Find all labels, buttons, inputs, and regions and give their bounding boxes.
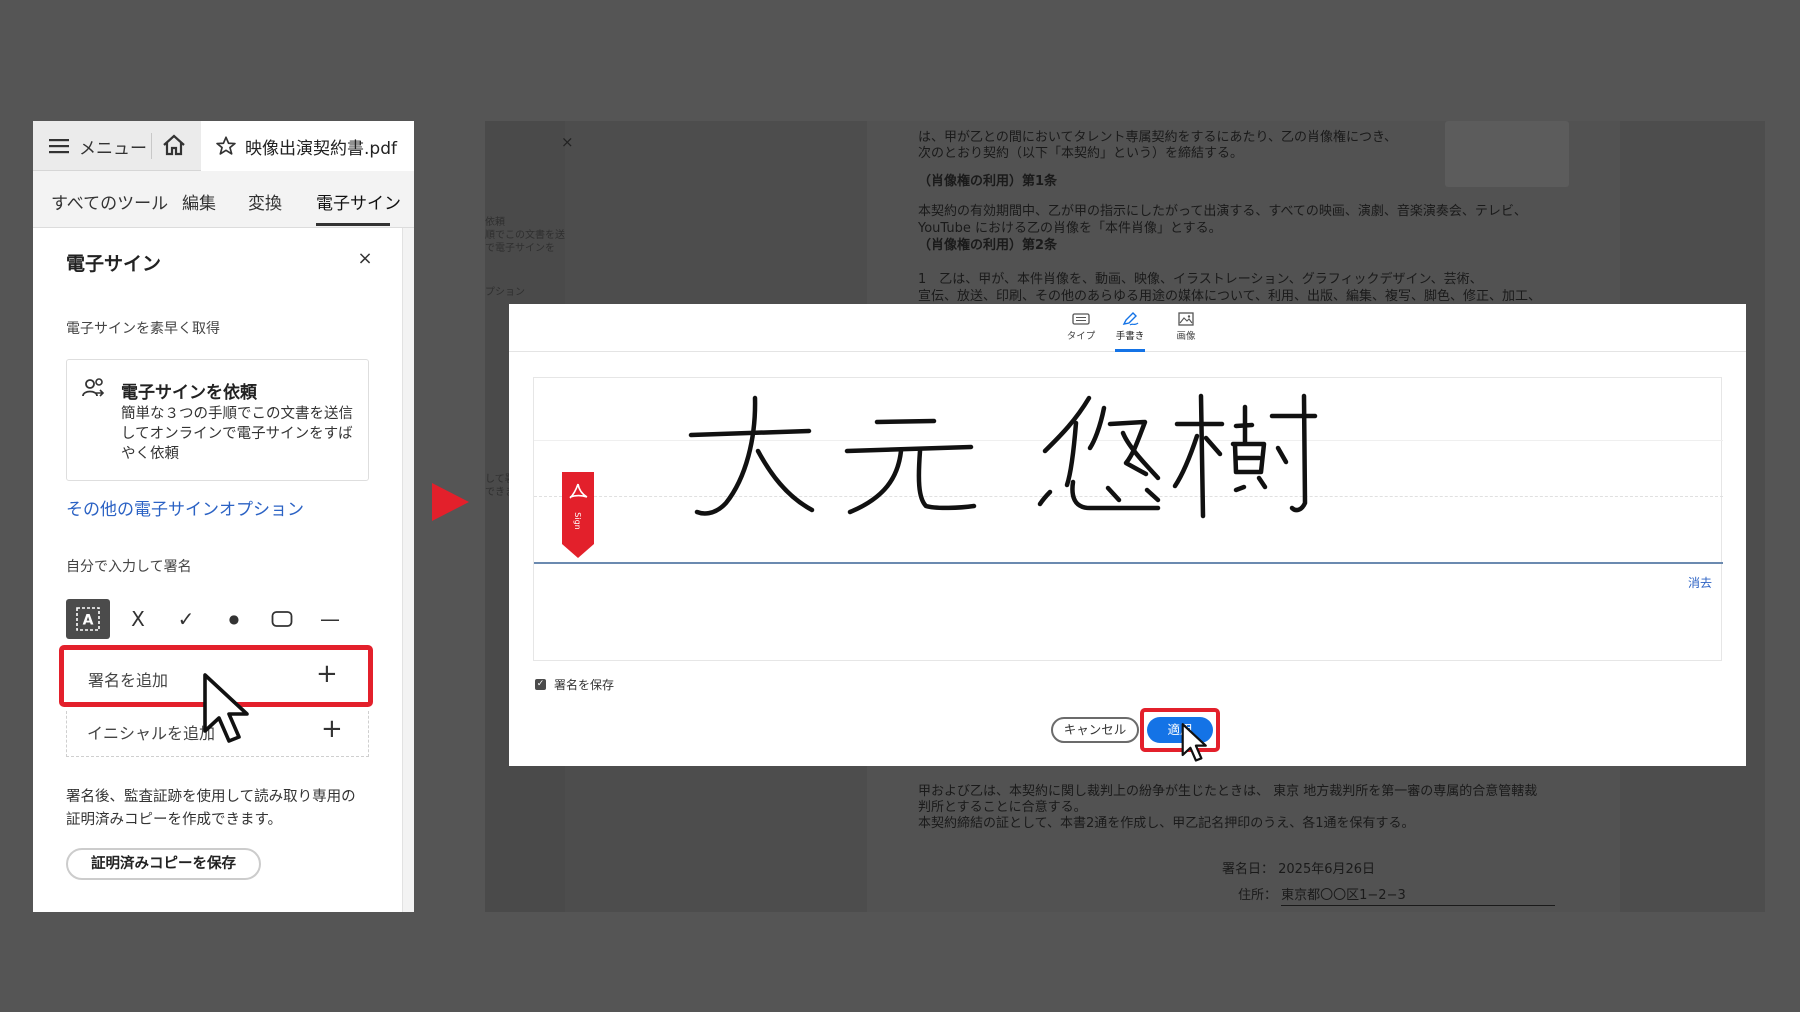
doc-line: YouTube における乙の肖像を「本件肖像」とする。 [918, 221, 1222, 236]
hamburger-icon [49, 139, 69, 154]
request-signature-card[interactable]: 電子サインを依頼 簡単な３つの手順でこの文書を送信してオンラインで電子サインをす… [66, 359, 369, 481]
ghost-text: 依頼 [485, 217, 505, 228]
menu-button[interactable]: メニュー [49, 133, 147, 159]
signature-mode-tabs: タイプ 手書き 画像 [509, 304, 1746, 352]
tab-edit[interactable]: 編集 [182, 189, 216, 214]
request-description: 簡単な３つの手順でこの文書を送信してオンラインで電子サインをすばやく依頼 [121, 406, 353, 462]
rectangle-tool[interactable] [258, 599, 306, 639]
doc-line: 本契約の有効期間中、乙が甲の指示にしたがって出演する、すべての映画、演劇、音楽演… [918, 204, 1527, 219]
address: 住所： 東京都〇〇区1−2−3 [1238, 888, 1406, 903]
text-field-icon: A [76, 607, 100, 631]
top-bar: メニュー 映像出演契約書.pdf [33, 121, 414, 171]
pen-icon [1122, 312, 1139, 326]
save-signature-option[interactable]: ✓ 署名を保存 [535, 676, 614, 693]
home-icon [163, 134, 185, 156]
signature-dialog: タイプ 手書き 画像 Sign 消去 ✓ 署名を保存 キャンセル 適用 [509, 304, 1746, 766]
tab-type[interactable]: タイプ [1061, 312, 1101, 348]
doc-heading: （肖像権の利用）第2条 [918, 238, 1058, 253]
doc-line: 本契約締結の証として、本書2通を作成し、甲乙記名押印のうえ、各1通を保有する。 [918, 816, 1415, 831]
doc-line: 判所とすることに合意する。 [918, 800, 1087, 815]
dot-tool[interactable]: ● [210, 599, 258, 639]
close-icon: × [561, 133, 574, 151]
request-people-icon [82, 378, 105, 397]
doc-line: 宣伝、放送、印刷、その他のあらゆる用途の媒体について、利用、出版、編集、複写、脚… [918, 289, 1541, 304]
step-arrow-icon [432, 483, 469, 521]
star-icon[interactable] [215, 135, 237, 157]
signature-draw-area[interactable]: Sign 消去 [533, 377, 1723, 661]
file-tab[interactable]: 映像出演契約書.pdf [201, 121, 414, 171]
handwritten-signature [688, 393, 1318, 519]
doc-line: は、甲が乙との間においてタレント専属契約をするにあたり、乙の肖像権につき、 [918, 130, 1398, 145]
home-button[interactable] [161, 133, 195, 159]
doc-line: 1 乙は、甲が、本件肖像を、動画、映像、イラストレーション、グラフィックデザイン… [918, 272, 1483, 287]
signature-baseline [534, 562, 1723, 564]
file-name: 映像出演契約書.pdf [245, 138, 397, 159]
add-signature-label: 署名を追加 [88, 671, 169, 690]
check-mark-tool[interactable]: ✓ [162, 599, 210, 639]
clear-signature-link[interactable]: 消去 [1688, 574, 1712, 591]
close-icon[interactable]: × [355, 249, 375, 269]
ghost-text: で電子サインを [485, 243, 555, 254]
panel-scrollbar[interactable] [402, 228, 414, 912]
text-tool-button[interactable]: A [66, 599, 110, 639]
mouse-cursor-icon [1181, 723, 1207, 762]
doc-heading: （肖像権の利用）第1条 [918, 174, 1058, 189]
tab-type-label: タイプ [1066, 331, 1096, 342]
photo-thumbnail [1445, 121, 1569, 187]
save-signature-label: 署名を保存 [554, 678, 615, 692]
ghost-text: プション [485, 287, 525, 298]
plus-icon: + [321, 714, 343, 744]
doc-line: 甲および乙は、本契約に関し裁判上の紛争が生じたときは、 東京 地方裁判所を第一審… [918, 784, 1538, 799]
mouse-cursor-icon [203, 673, 249, 743]
panel-title: 電子サイン [66, 253, 162, 275]
menu-label: メニュー [79, 138, 147, 159]
active-tab-indicator [316, 223, 390, 226]
quick-section-label: 電子サインを素早く取得 [66, 321, 220, 337]
plus-icon: + [316, 659, 338, 689]
line-tool[interactable]: — [306, 599, 354, 639]
save-certified-copy-button[interactable]: 証明済みコピーを保存 [66, 848, 261, 880]
other-options-link[interactable]: その他の電子サインオプション [66, 495, 304, 520]
tab-draw[interactable]: 手書き [1110, 312, 1150, 348]
annotation-tools: A X ✓ ● — [66, 599, 354, 639]
doc-line: 次のとおり契約（以下「本契約」という）を締結する。 [918, 146, 1244, 161]
image-icon [1178, 312, 1194, 326]
tab-image-label: 画像 [1176, 331, 1196, 342]
sign-date: 署名日： 2025年6月26日 [1222, 862, 1376, 877]
cross-mark-tool[interactable]: X [114, 599, 162, 639]
save-signature-checkbox[interactable]: ✓ [535, 679, 546, 690]
tab-esign[interactable]: 電子サイン [316, 189, 401, 214]
address-underline [1281, 905, 1555, 906]
ghost-text: 順でこの文書を送 [485, 230, 565, 241]
svg-text:A: A [83, 613, 94, 629]
tab-draw-label: 手書き [1115, 331, 1145, 342]
tab-image[interactable]: 画像 [1166, 312, 1206, 348]
keyboard-icon [1072, 313, 1090, 325]
request-title: 電子サインを依頼 [121, 383, 257, 403]
add-initials-label: イニシャルを追加 [87, 724, 216, 743]
cancel-button[interactable]: キャンセル [1051, 717, 1139, 743]
rounded-rect-icon [271, 611, 293, 627]
active-tab-indicator [1115, 349, 1145, 352]
certified-copy-description: 署名後、監査証跡を使用して読み取り専用の証明済みコピーを作成できます。 [66, 789, 356, 828]
self-sign-label: 自分で入力して署名 [66, 559, 192, 575]
tool-tabs: すべてのツール 編集 変換 電子サイン [33, 171, 414, 228]
divider [151, 133, 152, 159]
tab-convert[interactable]: 変換 [248, 189, 282, 214]
tab-all-tools[interactable]: すべてのツール [51, 189, 168, 214]
esign-panel: メニュー 映像出演契約書.pdf すべてのツール 編集 変換 電子サイン 電子サ… [33, 121, 414, 912]
